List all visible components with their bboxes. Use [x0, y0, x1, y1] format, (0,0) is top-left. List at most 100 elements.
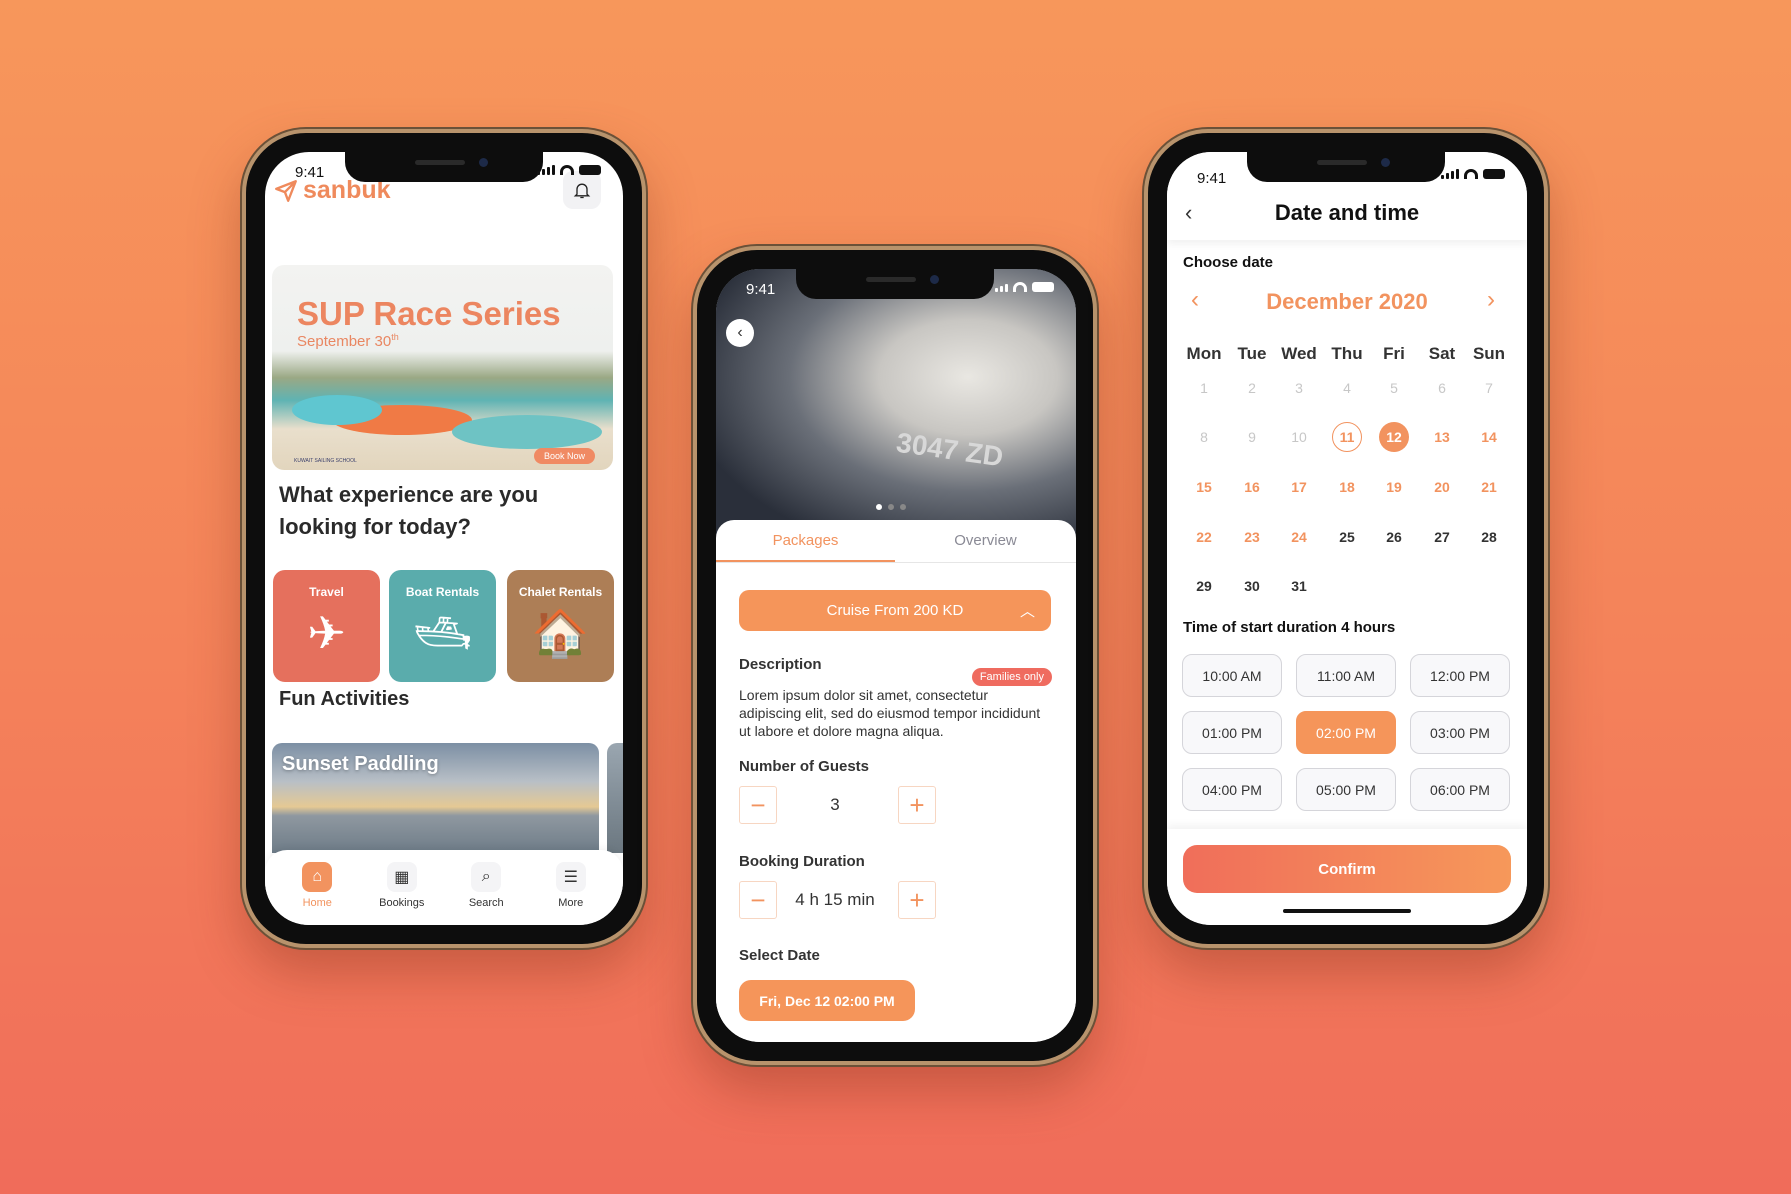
select-date-label: Select Date	[739, 947, 820, 964]
datetime-screen: 9:41 ‹ Date and time Choose date ‹ Decem…	[1167, 152, 1527, 925]
category-travel[interactable]: Travel ✈	[273, 570, 380, 682]
time-slot[interactable]: 05:00 PM	[1296, 768, 1396, 811]
tab-overview[interactable]: Overview	[896, 532, 1075, 562]
calendar-day: 10	[1291, 429, 1307, 445]
status-time: 9:41	[295, 164, 325, 181]
status-bar: 9:41	[716, 269, 1076, 303]
package-dropdown[interactable]: Cruise From 200 KD ︿	[739, 590, 1051, 631]
weekday-sat: Sat	[1428, 344, 1456, 363]
calendar-day: 4	[1343, 380, 1351, 396]
duration-decrement[interactable]: −	[739, 881, 777, 919]
calendar-day[interactable]: 31	[1284, 571, 1314, 601]
nav-home[interactable]: ⌂ Home	[282, 850, 352, 925]
airplane-icon: ✈	[307, 607, 346, 659]
calendar-day[interactable]: 19	[1379, 472, 1409, 502]
time-label: Time of start duration 4 hours	[1183, 619, 1396, 636]
phone-detail: 3047 ZD 9:41 ‹ Packages Overview Cruise …	[693, 246, 1097, 1065]
activity-card[interactable]: Sunset Paddling	[272, 743, 599, 853]
time-slot[interactable]: 10:00 AM	[1182, 654, 1282, 697]
nav-more[interactable]: ☰ More	[536, 850, 606, 925]
phone-home: 9:41 sanbuk SUP Race Series September 30…	[242, 129, 646, 948]
home-indicator	[1283, 909, 1411, 913]
calendar-day[interactable]: 26	[1379, 522, 1409, 552]
boat-photo: 3047 ZD	[716, 269, 1076, 539]
calendar-day[interactable]: 15	[1189, 472, 1219, 502]
search-icon: ⌕	[471, 862, 502, 892]
back-button[interactable]: ‹	[726, 319, 754, 347]
menu-icon: ☰	[555, 862, 586, 892]
experience-question: What experience are you looking for toda…	[279, 482, 539, 539]
calendar-day: 3	[1295, 380, 1303, 396]
carousel-dots[interactable]	[876, 504, 906, 510]
duration-increment[interactable]: +	[898, 881, 936, 919]
calendar-day[interactable]: 27	[1427, 522, 1457, 552]
weekday-tue: Tue	[1237, 344, 1267, 363]
calendar-day[interactable]: 21	[1474, 472, 1504, 502]
calendar-day[interactable]: 11	[1332, 422, 1362, 452]
chalet-icon: 🏠	[531, 607, 590, 659]
calendar-day[interactable]: 29	[1189, 571, 1219, 601]
chevron-left-icon: ‹	[737, 324, 743, 341]
calendar-day[interactable]: 13	[1427, 422, 1457, 452]
calendar-day[interactable]: 20	[1427, 472, 1457, 502]
booking-card: Packages Overview Cruise From 200 KD ︿ De…	[716, 520, 1076, 1042]
guests-decrement[interactable]: −	[739, 786, 777, 824]
calendar-day[interactable]: 28	[1474, 522, 1504, 552]
fun-activities-heading: Fun Activities	[279, 688, 410, 710]
time-slot[interactable]: 03:00 PM	[1410, 711, 1510, 754]
time-slot[interactable]: 04:00 PM	[1182, 768, 1282, 811]
time-slot[interactable]: 02:00 PM	[1296, 711, 1396, 754]
page-title: Date and time	[1274, 200, 1420, 225]
guests-increment[interactable]: +	[898, 786, 936, 824]
choose-date-label: Choose date	[1183, 254, 1274, 271]
select-date-button[interactable]: Fri, Dec 12 02:00 PM	[739, 980, 915, 1021]
calendar-day[interactable]: 16	[1237, 472, 1267, 502]
detail-screen: 3047 ZD 9:41 ‹ Packages Overview Cruise …	[716, 269, 1076, 1042]
time-slot[interactable]: 12:00 PM	[1410, 654, 1510, 697]
tab-packages[interactable]: Packages	[716, 532, 895, 562]
wifi-icon	[560, 165, 574, 175]
time-slot[interactable]: 01:00 PM	[1182, 711, 1282, 754]
battery-icon	[579, 165, 601, 175]
calendar-day[interactable]: 12	[1379, 422, 1409, 452]
activity-card-next[interactable]	[607, 743, 623, 853]
weekday-wed: Wed	[1281, 344, 1317, 363]
guests-value: 3	[830, 795, 840, 814]
battery-icon	[1032, 282, 1054, 292]
time-slot[interactable]: 11:00 AM	[1296, 654, 1396, 697]
calendar-day[interactable]: 30	[1237, 571, 1267, 601]
confirm-button[interactable]: Confirm	[1183, 845, 1511, 893]
calendar-day: 1	[1200, 380, 1208, 396]
activity-title: Sunset Paddling	[282, 753, 439, 775]
calendar-day: 2	[1248, 380, 1256, 396]
school-logo: KUWAIT SAILING SCHOOL	[294, 458, 357, 464]
signal-icon	[537, 165, 555, 175]
nav-search[interactable]: ⌕ Search	[451, 850, 521, 925]
calendar-day: 6	[1438, 380, 1446, 396]
tab-divider	[716, 562, 1076, 563]
signal-icon	[995, 284, 1008, 292]
next-month-button[interactable]: ›	[1487, 286, 1495, 314]
book-now-button[interactable]: Book Now	[533, 448, 595, 464]
calendar-day[interactable]: 17	[1284, 472, 1314, 502]
category-chalet-rentals[interactable]: Chalet Rentals 🏠	[507, 570, 614, 682]
weekday-mon: Mon	[1186, 344, 1222, 363]
nav-bookings[interactable]: ▦ Bookings	[367, 850, 437, 925]
calendar-day[interactable]: 23	[1237, 522, 1267, 552]
promo-banner[interactable]: SUP Race Series September 30th KUWAIT SA…	[272, 265, 613, 470]
description-text: Lorem ipsum dolor sit amet, consectetur …	[739, 687, 1041, 739]
weekday-thu: Thu	[1331, 344, 1363, 363]
calendar-day[interactable]: 14	[1474, 422, 1504, 452]
calendar-day[interactable]: 22	[1189, 522, 1219, 552]
guests-label: Number of Guests	[739, 758, 870, 775]
time-slot[interactable]: 06:00 PM	[1410, 768, 1510, 811]
category-boat-rentals[interactable]: Boat Rentals 🛥	[389, 570, 496, 682]
calendar-day[interactable]: 24	[1284, 522, 1314, 552]
calendar-day[interactable]: 18	[1332, 472, 1362, 502]
home-screen: 9:41 sanbuk SUP Race Series September 30…	[265, 152, 623, 925]
battery-icon	[1483, 169, 1505, 179]
duration-label: Booking Duration	[739, 853, 865, 870]
calendar-day: 5	[1390, 380, 1398, 396]
calendar-day[interactable]: 25	[1332, 522, 1362, 552]
duration-value: 4 h 15 min	[795, 890, 875, 909]
